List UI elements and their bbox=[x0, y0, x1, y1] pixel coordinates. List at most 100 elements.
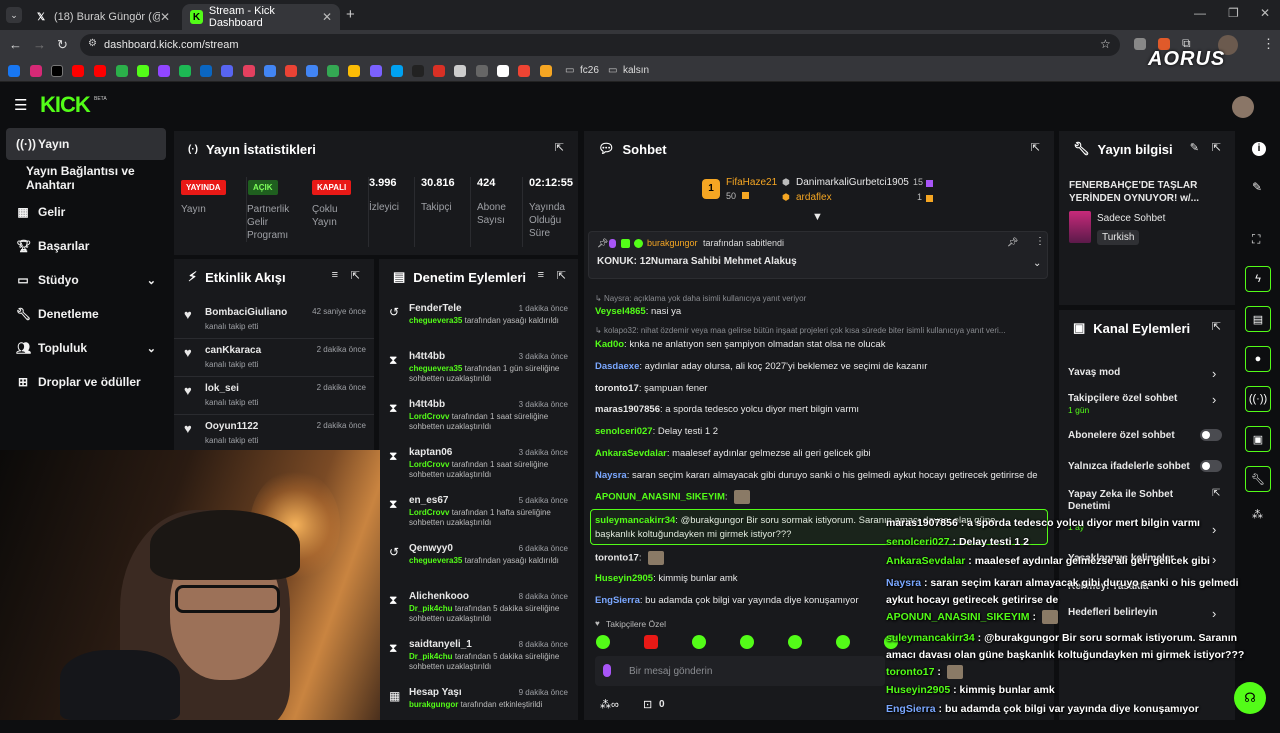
chat-message[interactable]: Huseyin2905: kimmiş bunlar amk bbox=[595, 573, 738, 584]
bookmark-icon[interactable] bbox=[243, 65, 255, 77]
chat-message[interactable]: EngSierra: bu adamda çok bilgi var yayın… bbox=[595, 595, 859, 606]
forward-icon[interactable]: → bbox=[33, 37, 46, 52]
reload-icon[interactable]: ↻ bbox=[57, 37, 68, 53]
chat-username[interactable]: senolceri027 bbox=[595, 426, 653, 437]
emote-icon[interactable] bbox=[788, 635, 802, 649]
chat-message[interactable]: Veysel4865: nasi ya bbox=[595, 306, 681, 317]
chat-message[interactable]: AnkaraSevdalar: maalesef aydınlar gelmez… bbox=[595, 448, 871, 459]
popout-icon[interactable]: ⇱ bbox=[557, 269, 566, 282]
minimize-window-icon[interactable]: — bbox=[1194, 6, 1206, 20]
info-icon[interactable]: i bbox=[1252, 142, 1266, 156]
folder-icon[interactable]: ▭ bbox=[608, 65, 617, 76]
sidebar-item-basarilar[interactable]: 🏆︎ Başarılar bbox=[6, 230, 166, 262]
reply-context[interactable]: ↳ Naysra: açıklama yok daha isimli kulla… bbox=[595, 294, 806, 303]
chat-message[interactable]: senolceri027: Delay testi 1 2 bbox=[595, 426, 718, 437]
bookmark-icon[interactable] bbox=[540, 65, 552, 77]
folder-icon[interactable]: ▭ bbox=[565, 65, 574, 76]
quick-action-wrench-icon[interactable]: 🔧︎ bbox=[1245, 466, 1271, 492]
bookmark-icon[interactable] bbox=[370, 65, 382, 77]
scroll-indicator-icon[interactable]: ▼ bbox=[812, 211, 823, 223]
pinned-message[interactable]: 📌︎ burakgungor tarafından sabitlendi 📌︎ … bbox=[588, 231, 1048, 279]
quick-action-chat-icon[interactable]: ● bbox=[1245, 346, 1271, 372]
top-gifter-3[interactable]: ⬢ ardaflex 1 bbox=[782, 192, 933, 206]
popout-icon[interactable]: ⇱ bbox=[1212, 320, 1221, 333]
chat-username[interactable]: Naysra bbox=[595, 470, 627, 481]
chat-username[interactable]: maras1907856 bbox=[595, 404, 660, 415]
quick-action-lightning-icon[interactable]: ϟ bbox=[1245, 266, 1271, 292]
bookmark-icon[interactable] bbox=[412, 65, 424, 77]
bookmark-icon[interactable] bbox=[348, 65, 360, 77]
popout-icon[interactable]: ⇱ bbox=[1031, 141, 1040, 154]
bookmark-icon[interactable] bbox=[179, 65, 191, 77]
edit-pencil-icon[interactable]: ✎ bbox=[1190, 141, 1199, 154]
chat-username[interactable]: EngSierra bbox=[595, 595, 640, 606]
channel-action-item[interactable]: Yavaş mod › bbox=[1068, 364, 1228, 390]
edit-pencil-icon[interactable]: ✎ bbox=[1252, 180, 1262, 194]
extension-icon[interactable] bbox=[1134, 38, 1146, 50]
toggle-switch[interactable] bbox=[1200, 429, 1222, 441]
reply-context[interactable]: ↳ kolapo32: nihat özdemir veya maa gelir… bbox=[595, 326, 1005, 335]
unpin-icon[interactable]: 📌︎ bbox=[1007, 237, 1018, 248]
youtube-icon[interactable] bbox=[94, 65, 106, 77]
fullscreen-icon[interactable]: ⛶ bbox=[1252, 232, 1260, 247]
sidebar-item-gelir[interactable]: ▦ Gelir bbox=[6, 196, 166, 228]
bookmark-star-icon[interactable]: ☆ bbox=[1100, 37, 1111, 51]
emote-icon[interactable] bbox=[692, 635, 706, 649]
browser-menu-icon[interactable]: ⋮ bbox=[1262, 36, 1275, 52]
emote-icon[interactable] bbox=[596, 635, 610, 649]
bookmark-icon[interactable] bbox=[285, 65, 297, 77]
chevron-down-icon[interactable]: ⌄ bbox=[1033, 258, 1041, 269]
bookmark-icon[interactable] bbox=[391, 65, 403, 77]
chat-input[interactable]: Bir mesaj gönderin bbox=[595, 656, 885, 686]
hamburger-menu-icon[interactable]: ☰ bbox=[14, 96, 27, 114]
channel-action-item[interactable]: Takipçilere özel sohbet 1 gün › bbox=[1068, 390, 1228, 416]
chat-username[interactable]: APONUN_ANASINI_SIKEYIM bbox=[595, 492, 725, 503]
chat-username[interactable]: toronto17 bbox=[595, 553, 639, 564]
popout-icon[interactable]: ⇱ bbox=[1212, 141, 1221, 154]
linkedin-icon[interactable] bbox=[200, 65, 212, 77]
bookmark-icon[interactable] bbox=[264, 65, 276, 77]
chat-message[interactable]: Dasdaexe: aydınlar aday olursa, ali koç … bbox=[595, 361, 927, 372]
top-gifter-2[interactable]: ⬢ DanimarkaliGurbetci1905 15 bbox=[782, 177, 933, 191]
bookmark-icon[interactable] bbox=[476, 65, 488, 77]
address-bar[interactable]: ⚙ dashboard.kick.com/stream ☆ bbox=[80, 34, 1120, 56]
bookmark-icon[interactable] bbox=[327, 65, 339, 77]
quick-action-channel-icon[interactable]: ▣ bbox=[1245, 426, 1271, 452]
gift-box-icon[interactable]: ⊡ bbox=[643, 698, 652, 711]
more-options-icon[interactable]: ⋮ bbox=[1035, 236, 1045, 247]
kick-logo[interactable]: KICK bbox=[40, 92, 91, 118]
chat-message[interactable]: APONUN_ANASINI_SIKEYIM: bbox=[595, 490, 751, 504]
top-gifter-1[interactable]: 1 FifaHaze21 50 bbox=[702, 177, 777, 207]
chat-message[interactable]: Naysra: saran seçim kararı almayacak gib… bbox=[595, 470, 1038, 481]
popout-icon[interactable]: ⇱ bbox=[555, 141, 564, 154]
toggle-switch[interactable] bbox=[1200, 460, 1222, 472]
chat-username[interactable]: Dasdaexe bbox=[595, 361, 639, 372]
chat-username[interactable]: Huseyin2905 bbox=[595, 573, 653, 584]
sidebar-item-yayin[interactable]: ((·)) Yayın bbox=[6, 128, 166, 160]
restore-window-icon[interactable]: ❐ bbox=[1228, 6, 1239, 20]
browser-tab-x[interactable]: 𝕏 (18) Burak Güngör (@gungorbu ✕ bbox=[26, 4, 178, 30]
tab-search-button[interactable]: ⌄ bbox=[6, 7, 22, 23]
bookmark-icon[interactable] bbox=[306, 65, 318, 77]
chat-username[interactable]: Veysel4865 bbox=[595, 306, 646, 317]
bookmark-icon[interactable] bbox=[433, 65, 445, 77]
filter-icon[interactable]: ≡ bbox=[538, 269, 544, 281]
youtube-icon[interactable] bbox=[72, 65, 84, 77]
bookmark-folder-kalsin[interactable]: kalsın bbox=[623, 65, 649, 76]
back-icon[interactable]: ← bbox=[9, 37, 22, 52]
twitch-icon[interactable] bbox=[158, 65, 170, 77]
chat-username[interactable]: Kad0o bbox=[595, 339, 624, 350]
quick-action-document-icon[interactable]: ▤ bbox=[1245, 306, 1271, 332]
filter-icon[interactable]: ≡ bbox=[332, 269, 338, 281]
popout-icon[interactable]: ⇱ bbox=[351, 269, 360, 282]
chat-message[interactable]: toronto17: şampuan fener bbox=[595, 383, 707, 394]
sidebar-item-stream-key[interactable]: Yayın Bağlantısı ve Anahtarı bbox=[6, 162, 166, 194]
instagram-icon[interactable] bbox=[30, 65, 42, 77]
community-goal-icon[interactable]: ⁂∞ bbox=[600, 698, 619, 711]
bookmark-icon[interactable] bbox=[518, 65, 530, 77]
sidebar-item-topluluk[interactable]: 👥︎ Topluluk ⌄ bbox=[6, 332, 166, 364]
channel-action-item[interactable]: Abonelere özel sohbet bbox=[1068, 427, 1228, 453]
site-info-icon[interactable]: ⚙ bbox=[88, 38, 97, 49]
bookmark-icon[interactable] bbox=[454, 65, 466, 77]
emote-icon[interactable] bbox=[740, 635, 754, 649]
